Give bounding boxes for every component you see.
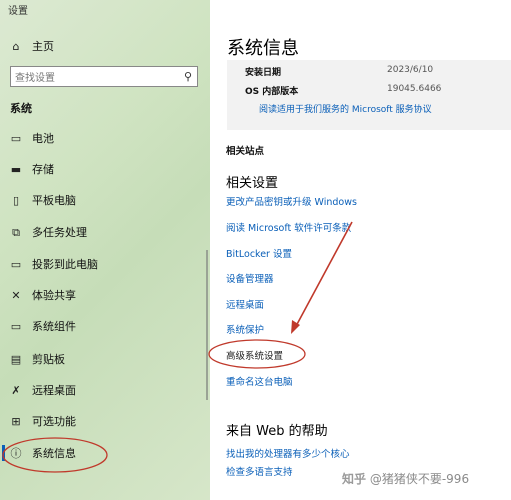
spec-key: 安装日期 <box>245 68 282 78</box>
app-title: 设置 <box>8 6 28 17</box>
remote-icon: ✗ <box>11 383 21 397</box>
search-icon: ⚲ <box>183 70 193 83</box>
active-indicator <box>2 445 5 461</box>
sidebar-item-label: 系统组件 <box>32 320 76 333</box>
spec-value: 2023/6/10 <box>387 65 434 75</box>
cpu-cores-link[interactable]: 找出我的处理器有多少个核心 <box>226 446 350 460</box>
web-help-heading: 来自 Web 的帮助 <box>226 424 328 439</box>
sidebar-item-multitask[interactable]: ⧉ 多任务处理 <box>0 220 210 244</box>
share-icon: ✕ <box>11 288 21 302</box>
advanced-system-settings-link[interactable]: 高级系统设置 <box>226 348 283 362</box>
sidebar-item-label: 存储 <box>32 163 54 176</box>
sidebar-item-label: 远程桌面 <box>32 384 76 397</box>
clipboard-icon: ▤ <box>10 352 22 366</box>
sidebar-item-label: 剪贴板 <box>32 353 65 366</box>
sidebar-item-remote[interactable]: ✗ 远程桌面 <box>0 378 210 402</box>
multilanguage-link[interactable]: 检查多语言支持 <box>226 464 293 478</box>
system-protection-link[interactable]: 系统保护 <box>226 322 264 336</box>
project-icon: ▭ <box>10 257 22 271</box>
search-input[interactable]: 查找设置 ⚲ <box>10 66 198 87</box>
section-label-system: 系统 <box>10 102 32 115</box>
tablet-icon: ▯ <box>12 193 20 207</box>
multitask-icon: ⧉ <box>12 225 20 239</box>
related-settings-heading: 相关设置 <box>226 176 279 191</box>
service-agreement-link[interactable]: 阅读适用于我们服务的 Microsoft 服务协议 <box>259 102 432 115</box>
sidebar-item-clipboard[interactable]: ▤ 剪贴板 <box>0 347 210 371</box>
storage-icon: ▬ <box>10 162 22 176</box>
optional-features-icon: ⊞ <box>11 414 21 428</box>
main-content: 系统信息 安装日期 2023/6/10 OS 内部版本 19045.6466 阅… <box>211 0 511 500</box>
sidebar-item-label: 多任务处理 <box>32 226 87 239</box>
sidebar: 设置 ⌂ 主页 查找设置 ⚲ 系统 ▭ 电池 ▬ 存储 ▯ 平板电脑 ⧉ 多任务… <box>0 0 210 500</box>
sidebar-item-label: 平板电脑 <box>32 194 76 207</box>
rename-pc-link[interactable]: 重命名这台电脑 <box>226 374 293 388</box>
zhihu-logo: 知乎 <box>342 472 367 486</box>
sidebar-item-label: 系统信息 <box>32 447 76 460</box>
sidebar-item-label: 电池 <box>32 132 54 145</box>
sidebar-scrollbar[interactable] <box>206 250 208 400</box>
sidebar-item-components[interactable]: ▭ 系统组件 <box>0 314 210 338</box>
sidebar-item-home[interactable]: ⌂ 主页 <box>0 34 210 58</box>
sidebar-item-label: 投影到此电脑 <box>32 258 98 271</box>
change-product-key-link[interactable]: 更改产品密钥或升级 Windows <box>226 194 357 208</box>
search-placeholder: 查找设置 <box>15 73 55 84</box>
device-manager-link[interactable]: 设备管理器 <box>226 271 274 285</box>
components-icon: ▭ <box>10 319 22 333</box>
watermark-text: @猪猪侠不要-996 <box>369 472 470 486</box>
sidebar-item-label: 可选功能 <box>32 415 76 428</box>
watermark: 知乎 @猪猪侠不要-996 <box>342 470 469 487</box>
sidebar-item-optional-features[interactable]: ⊞ 可选功能 <box>0 409 210 433</box>
sidebar-item-battery[interactable]: ▭ 电池 <box>0 126 210 150</box>
home-icon: ⌂ <box>12 39 20 53</box>
related-sites-label: 相关站点 <box>226 146 265 157</box>
sidebar-item-label: 主页 <box>32 40 54 53</box>
battery-icon: ▭ <box>10 131 22 145</box>
sidebar-item-share[interactable]: ✕ 体验共享 <box>0 283 210 307</box>
sidebar-item-project[interactable]: ▭ 投影到此电脑 <box>0 252 210 276</box>
sidebar-item-label: 体验共享 <box>32 289 76 302</box>
page-title: 系统信息 <box>227 38 299 59</box>
spec-value: 19045.6466 <box>387 84 442 94</box>
sidebar-item-storage[interactable]: ▬ 存储 <box>0 157 210 181</box>
sidebar-item-tablet[interactable]: ▯ 平板电脑 <box>0 188 210 212</box>
bitlocker-link[interactable]: BitLocker 设置 <box>226 246 292 260</box>
spec-key: OS 内部版本 <box>245 87 299 97</box>
sidebar-item-about[interactable]: ⓘ 系统信息 <box>0 441 210 465</box>
license-terms-link[interactable]: 阅读 Microsoft 软件许可条款 <box>226 220 351 234</box>
info-icon: ⓘ <box>10 446 22 460</box>
remote-desktop-link[interactable]: 远程桌面 <box>226 297 264 311</box>
